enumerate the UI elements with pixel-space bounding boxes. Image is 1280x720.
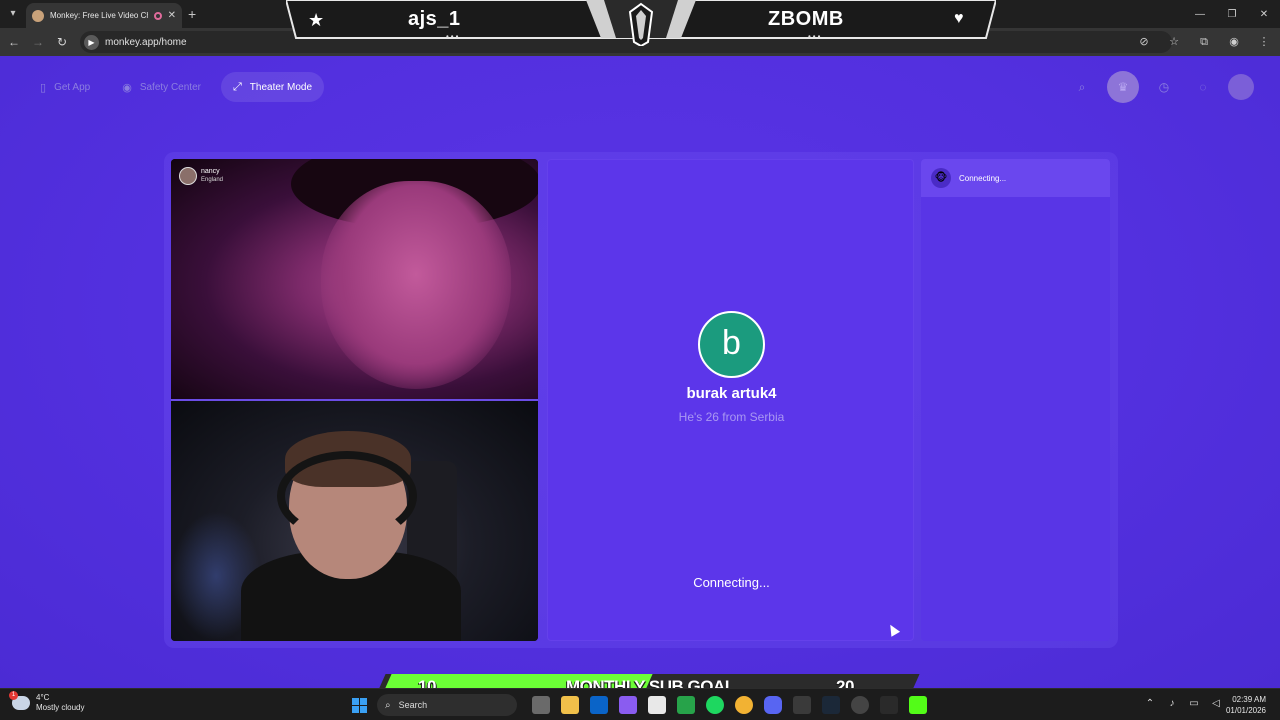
match-name: burak artuk4 [686, 385, 777, 402]
bookmark-star-icon[interactable]: ☆ [1166, 34, 1182, 50]
connection-status: Connecting... [693, 575, 770, 590]
chat-bubble-icon[interactable]: ◌ [1189, 73, 1217, 101]
crown-icon[interactable]: ♛ [1107, 71, 1139, 103]
expand-icon: ⤢ [232, 80, 242, 93]
video-chat-stage: nancy England b burak artuk4 He's 26 fro… [164, 152, 1118, 648]
restore-icon[interactable]: ❐ [1216, 0, 1248, 28]
local-video-feed [171, 401, 538, 641]
forward-arrow-icon[interactable]: → [30, 34, 46, 50]
discord-icon[interactable] [764, 696, 782, 714]
user-avatar[interactable] [1228, 74, 1254, 100]
remote-video-face [321, 181, 511, 389]
extensions-puzzle-icon[interactable]: ⧉ [1196, 34, 1212, 50]
url-text: monkey.app/home [105, 36, 187, 48]
tab-list-chevron-icon[interactable]: ▾ [5, 6, 21, 22]
history-clock-icon[interactable]: ◷ [1150, 73, 1178, 101]
left-dots: ••• [446, 32, 461, 41]
clock-time: 02:39 AM [1232, 695, 1266, 704]
new-tab-plus-icon[interactable]: + [188, 6, 196, 22]
microphone-icon[interactable]: ♪ [1166, 698, 1178, 710]
shield-logo-icon [628, 2, 654, 46]
top-right-nav: ⌕ ♛ ◷ ◌ [1068, 71, 1254, 103]
windows-start-icon[interactable] [352, 698, 367, 713]
taskbar-apps [532, 696, 927, 714]
right-dots: ••• [808, 32, 823, 41]
search-icon: ⌕ [385, 699, 391, 711]
match-avatar: b [698, 311, 765, 378]
browser-tab-monkey[interactable]: Monkey: Free Live Video Ch ✕ [26, 3, 182, 28]
top-left-nav: ▯ Get App ◉ Safety Center ⤢ Theater Mode [28, 72, 325, 102]
file-explorer-icon[interactable] [561, 696, 579, 714]
weather-temp: 4°C [36, 693, 50, 702]
obs-icon[interactable] [851, 696, 869, 714]
excel-icon[interactable] [793, 696, 811, 714]
back-arrow-icon[interactable]: ← [6, 34, 22, 50]
theater-mode-label: Theater Mode [249, 81, 313, 93]
steam-icon[interactable] [822, 696, 840, 714]
safety-center-label: Safety Center [139, 81, 201, 93]
system-tray: ⌃ ♪ ▭ ◁ [1144, 698, 1222, 710]
get-app-label: Get App [54, 81, 91, 93]
volume-icon[interactable]: ◁ [1210, 698, 1222, 710]
star-icon: ★ [308, 10, 325, 30]
cloud-icon: 1 [9, 691, 30, 710]
safety-center-button[interactable]: ◉ Safety Center [110, 72, 213, 102]
match-info: He's 26 from Serbia [678, 410, 785, 424]
shield-check-icon: ◉ [122, 81, 132, 94]
task-view-icon[interactable] [532, 696, 550, 714]
chat-status: Connecting... [959, 173, 1007, 183]
copilot-icon[interactable] [619, 696, 637, 714]
weather-badge: 1 [9, 691, 18, 700]
chrome-icon[interactable] [735, 696, 753, 714]
window-controls: — ❐ ✕ [1184, 0, 1280, 28]
theater-mode-button[interactable]: ⤢ Theater Mode [220, 72, 325, 102]
address-bar-actions: ⊘ ☆ ⧉ ◉ ⋮ [1136, 34, 1272, 50]
menu-kebab-icon[interactable]: ⋮ [1256, 34, 1272, 50]
search-placeholder: Search [398, 700, 428, 710]
reload-icon[interactable]: ↻ [54, 34, 70, 50]
video-column: nancy England [171, 159, 538, 641]
heart-icon: ♥ [954, 10, 964, 27]
remote-user-country: England [201, 177, 224, 183]
recording-indicator-icon [153, 11, 162, 20]
clock-date: 01/01/2026 [1225, 706, 1266, 715]
remote-user-avatar [179, 167, 197, 185]
weather-desc: Mostly cloudy [36, 703, 85, 712]
right-player-name: ZBOMB [768, 8, 844, 30]
display-icon[interactable]: ▭ [1188, 698, 1200, 710]
chevron-up-icon[interactable]: ⌃ [1144, 698, 1156, 710]
eye-slash-icon[interactable]: ⊘ [1136, 34, 1152, 50]
monkey-app-page: ▯ Get App ◉ Safety Center ⤢ Theater Mode… [0, 56, 1280, 688]
close-window-icon[interactable]: ✕ [1248, 0, 1280, 28]
chat-header: 🐵 Connecting... [921, 159, 1110, 197]
monkey-icon: 🐵 [931, 168, 951, 188]
xbox-icon[interactable] [677, 696, 695, 714]
chat-panel: 🐵 Connecting... [921, 159, 1110, 641]
tab-title: Monkey: Free Live Video Ch [50, 11, 148, 20]
profile-icon[interactable]: ◉ [1226, 34, 1242, 50]
remote-user-name: nancy [201, 168, 220, 175]
store-icon[interactable] [648, 696, 666, 714]
monkey-favicon-icon [32, 9, 44, 22]
taskbar-clock[interactable]: 02:39 AM 01/01/2026 [1226, 694, 1266, 716]
minimize-icon[interactable]: — [1184, 0, 1216, 28]
match-profile-panel: b burak artuk4 He's 26 from Serbia Conne… [547, 159, 914, 641]
weather-widget[interactable]: 1 4°C Mostly cloudy [9, 691, 85, 713]
remote-video-feed: nancy England [171, 159, 538, 399]
remote-user-tag[interactable]: nancy England [179, 167, 223, 185]
get-app-button[interactable]: ▯ Get App [28, 72, 102, 102]
local-video-headphones [277, 451, 417, 541]
windows-taskbar: 1 4°C Mostly cloudy ⌕ Search ⌃ ♪ ▭ ◁ 02:… [0, 688, 1280, 720]
outlook-icon[interactable] [590, 696, 608, 714]
left-player-name: ajs_1 [408, 8, 461, 30]
logitech-icon[interactable] [880, 696, 898, 714]
spotify-icon[interactable] [706, 696, 724, 714]
site-info-icon[interactable]: ▶ [84, 34, 99, 50]
kick-icon[interactable] [909, 696, 927, 714]
phone-icon: ▯ [40, 81, 47, 94]
search-icon[interactable]: ⌕ [1068, 73, 1096, 101]
stream-name-banner: ★ ajs_1 ••• ZBOMB ••• ♥ [286, 0, 996, 46]
tab-close-icon[interactable]: ✕ [168, 10, 176, 21]
taskbar-search[interactable]: ⌕ Search [377, 694, 517, 716]
